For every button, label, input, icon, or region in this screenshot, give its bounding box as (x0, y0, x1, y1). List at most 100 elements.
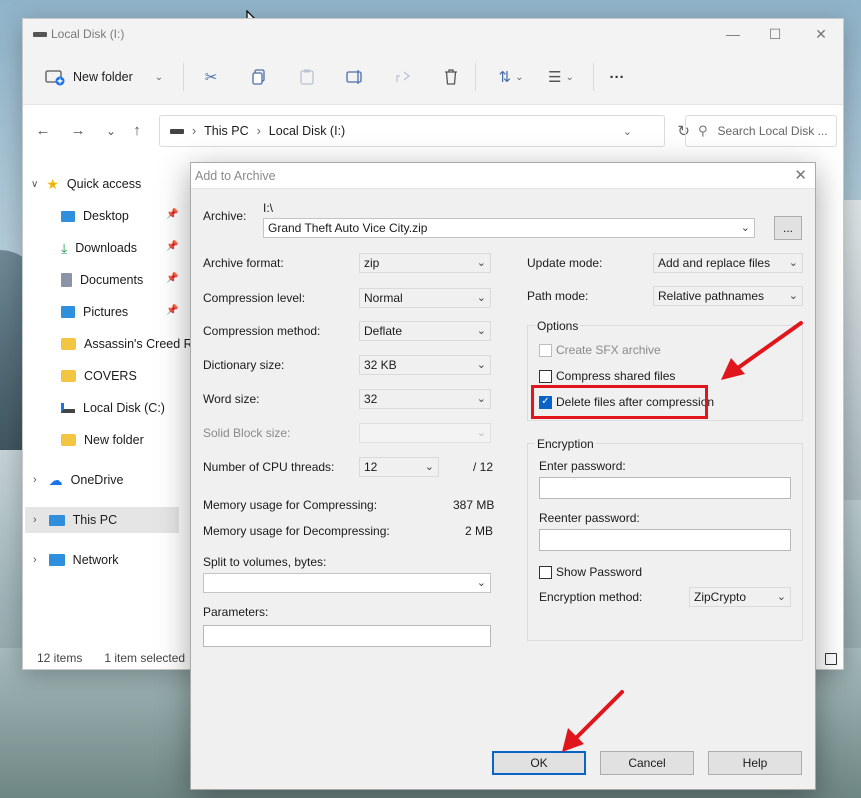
archive-format-select[interactable]: zip ⌄ (359, 253, 491, 273)
details-view-icon[interactable] (825, 653, 837, 665)
toolbar-divider (183, 63, 184, 91)
pin-icon: 📌 (166, 209, 179, 220)
search-box[interactable]: ⚲ Search Local Disk ... (685, 115, 837, 147)
sidebar-item-label: COVERS (84, 369, 137, 383)
share-icon[interactable] (393, 67, 413, 87)
rename-icon[interactable] (345, 67, 365, 87)
breadcrumb-local-disk[interactable]: Local Disk (I:) (269, 124, 345, 138)
sidebar-item-onedrive[interactable]: › ☁ OneDrive (33, 467, 123, 493)
archive-name-combo[interactable]: Grand Theft Auto Vice City.zip ⌄ (263, 218, 755, 238)
archive-path: I:\ (263, 201, 274, 215)
show-password-checkbox[interactable]: Show Password (539, 565, 642, 579)
maximize-button[interactable]: ☐ (755, 23, 795, 45)
toolbar-divider (593, 63, 594, 91)
new-folder-label: New folder (73, 70, 133, 84)
paste-icon[interactable] (297, 67, 317, 87)
drive-icon (170, 128, 184, 134)
enter-password-input[interactable] (539, 477, 791, 499)
sidebar-item-label: Quick access (66, 177, 142, 191)
sidebar-item-network[interactable]: › Network (33, 547, 119, 573)
sidebar-item-covers[interactable]: COVERS (61, 363, 137, 389)
solid-block-label: Solid Block size: (203, 426, 291, 440)
archive-format-label: Archive format: (203, 256, 284, 270)
chevron-right-icon: › (33, 474, 37, 486)
sidebar-item-label: This PC (72, 513, 118, 527)
word-size-label: Word size: (203, 392, 260, 406)
sidebar-item-assassins-creed[interactable]: Assassin's Creed R (61, 331, 193, 357)
dictionary-size-select[interactable]: 32 KB ⌄ (359, 355, 491, 375)
parameters-input[interactable] (203, 625, 491, 647)
close-button[interactable]: ✕ (801, 23, 841, 45)
cloud-icon: ☁ (48, 471, 63, 488)
compress-shared-label: Compress shared files (556, 369, 676, 383)
compress-shared-checkbox[interactable]: Compress shared files (539, 369, 675, 383)
compression-level-select[interactable]: Normal ⌄ (359, 288, 491, 308)
options-group-title: Options (535, 319, 581, 333)
recent-chevron-icon[interactable]: ⌄ (101, 121, 121, 141)
sidebar-item-label: Pictures (83, 305, 129, 319)
update-mode-select[interactable]: Add and replace files ⌄ (653, 253, 803, 273)
sidebar-item-desktop[interactable]: Desktop (61, 203, 129, 229)
memory-decompress-value: 2 MB (465, 524, 494, 538)
cpu-threads-value: 12 (364, 460, 378, 474)
address-bar[interactable]: › This PC › Local Disk (I:) ⌄ ↻ (159, 115, 690, 147)
desktop-icon (61, 210, 75, 222)
selection-count: 1 item selected (104, 651, 186, 665)
encryption-method-select[interactable]: ZipCrypto ⌄ (689, 587, 791, 607)
help-button[interactable]: Help (708, 751, 802, 775)
compression-method-select[interactable]: Deflate ⌄ (359, 321, 491, 341)
sort-icon[interactable]: ⇅ ⌄ (491, 67, 531, 87)
compression-method-label: Compression method: (203, 324, 321, 338)
view-icon[interactable]: ☰ ⌄ (541, 67, 581, 87)
path-mode-select[interactable]: Relative pathnames ⌄ (653, 286, 803, 306)
document-icon (61, 273, 72, 287)
enter-password-label: Enter password: (539, 459, 626, 473)
sidebar-item-label: Assassin's Creed R (84, 337, 193, 351)
address-dropdown-icon[interactable]: ⌄ (623, 125, 632, 138)
breadcrumb-this-pc[interactable]: This PC (204, 124, 248, 138)
drive-icon (61, 403, 75, 413)
sidebar-item-pictures[interactable]: Pictures (61, 299, 128, 325)
sidebar-item-new-folder[interactable]: New folder (61, 427, 144, 453)
delete-icon[interactable] (441, 67, 461, 87)
address-area: ← → ⌄ ↑ › This PC › Local Disk (I:) ⌄ ↻ … (23, 105, 843, 155)
copy-icon[interactable] (249, 67, 269, 87)
split-volumes-combo[interactable]: ⌄ (203, 573, 491, 593)
reenter-password-label: Reenter password: (539, 511, 640, 525)
cpu-threads-select[interactable]: 12 ⌄ (359, 457, 439, 477)
archive-format-value: zip (364, 256, 380, 270)
reenter-password-input[interactable] (539, 529, 791, 551)
split-volumes-label: Split to volumes, bytes: (203, 555, 327, 569)
update-mode-value: Add and replace files (658, 256, 771, 270)
minimize-button[interactable]: — (713, 23, 753, 45)
sidebar-item-quick-access[interactable]: ∨ ★ Quick access (31, 171, 141, 197)
sidebar-item-this-pc[interactable]: › This PC (25, 507, 179, 533)
pin-icon: 📌 (166, 273, 179, 284)
sidebar-item-downloads[interactable]: ⤓ Downloads (61, 235, 137, 261)
toolbar-divider (475, 63, 476, 91)
window-title: Local Disk (I:) (51, 27, 125, 41)
forward-arrow-icon[interactable]: → (68, 121, 88, 141)
dictionary-size-label: Dictionary size: (203, 358, 285, 372)
sidebar-item-local-disk-c[interactable]: Local Disk (C:) (61, 395, 165, 421)
chevron-down-icon: ⌄ (476, 292, 486, 304)
cut-icon[interactable]: ✂ (201, 67, 221, 87)
browse-button[interactable]: ... (774, 216, 802, 240)
chevron-down-icon: ⌄ (476, 393, 486, 405)
back-arrow-icon[interactable]: ← (33, 121, 53, 141)
sidebar-item-documents[interactable]: Documents (61, 267, 143, 293)
chevron-down-icon: ⌄ (740, 222, 750, 234)
show-password-label: Show Password (556, 565, 643, 579)
word-size-select[interactable]: 32 ⌄ (359, 389, 491, 409)
sidebar-item-label: Documents (80, 273, 144, 287)
new-folder-button[interactable]: New folder ⌄ (45, 65, 163, 89)
dialog-title: Add to Archive (195, 169, 276, 183)
update-mode-label: Update mode: (527, 256, 603, 270)
annotation-arrow-icon (562, 690, 624, 752)
more-options-icon[interactable]: ··· (607, 67, 627, 87)
close-icon[interactable]: ✕ (794, 166, 807, 184)
solid-block-select: ⌄ (359, 423, 491, 443)
up-arrow-icon[interactable]: ↑ (127, 121, 147, 141)
sidebar-item-label: Desktop (83, 209, 129, 223)
computer-icon (48, 514, 65, 526)
